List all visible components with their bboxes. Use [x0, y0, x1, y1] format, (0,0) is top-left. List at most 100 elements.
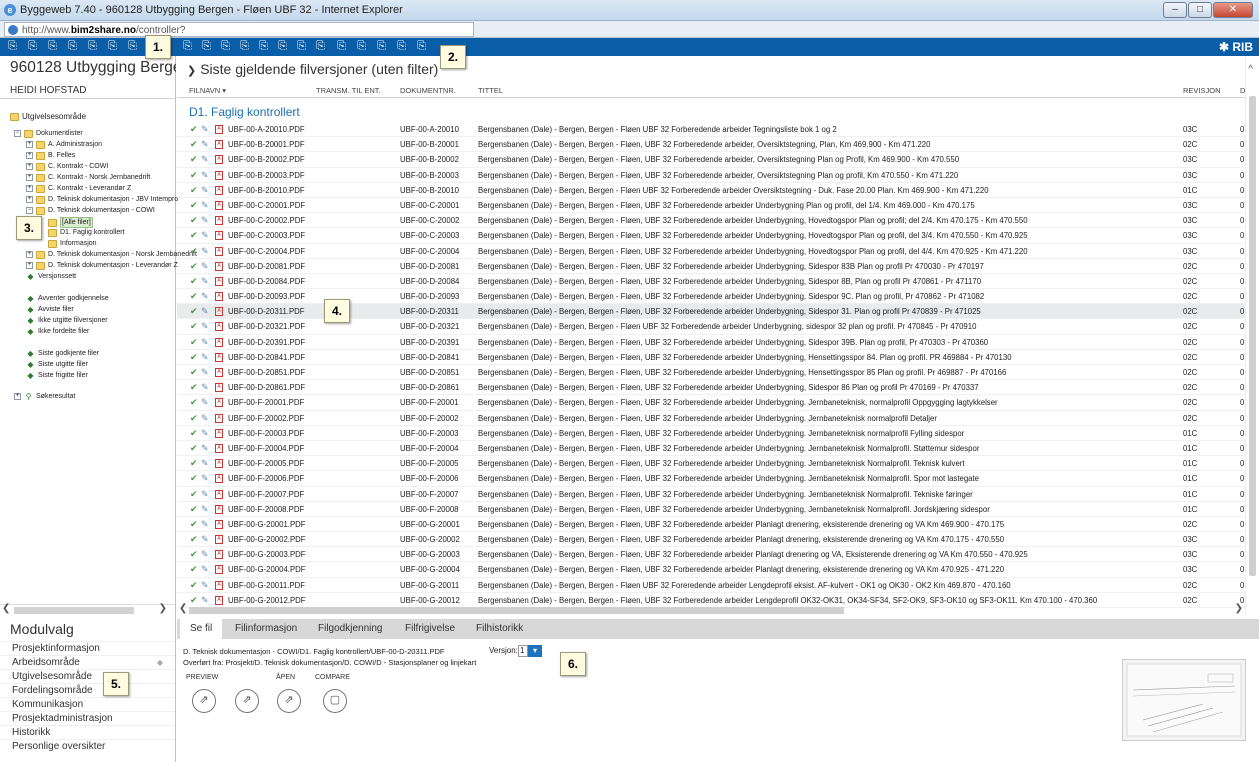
link-icon[interactable]: ✎ — [201, 228, 209, 243]
pdf-icon[interactable]: A — [215, 595, 223, 605]
tree-node[interactable]: + B. Felles — [26, 151, 75, 160]
table-row[interactable]: ✔ ✎ A UBF-00-F-20003.PDF UBF-00-F-20003 Berge… — [177, 426, 1245, 441]
link-icon[interactable]: ✎ — [201, 152, 209, 167]
link-icon[interactable]: ✎ — [201, 335, 209, 350]
link-icon[interactable]: ✎ — [201, 350, 209, 365]
scroll-left-icon[interactable]: ❮ — [179, 603, 187, 614]
scroll-right-icon[interactable]: ❯ — [159, 603, 167, 614]
expand-icon[interactable]: + — [26, 185, 33, 192]
table-row[interactable]: ✔ ✎ A UBF-00-B-20003.PDF UBF-00-B-20003 Berge… — [177, 168, 1245, 183]
link-icon[interactable]: ✎ — [201, 426, 209, 441]
col-tittel[interactable]: TITTEL — [478, 86, 503, 95]
approved-icon[interactable]: ✔ — [190, 259, 198, 274]
tab-filfrigivelse[interactable]: Filfrigivelse — [395, 619, 465, 639]
approved-icon[interactable]: ✔ — [190, 350, 198, 365]
toolbar-tool-6-icon[interactable]: ⎘ — [106, 40, 119, 53]
pdf-icon[interactable]: A — [215, 276, 223, 286]
tree-node[interactable]: ◆ Siste godkjente filer — [26, 349, 99, 358]
pdf-icon[interactable]: A — [215, 565, 223, 575]
maximize-button[interactable]: □ — [1188, 2, 1212, 18]
collapse-icon[interactable]: − — [14, 130, 21, 137]
col-revisjon[interactable]: REVISJON — [1183, 86, 1221, 95]
pdf-icon[interactable]: A — [215, 246, 223, 256]
table-row[interactable]: ✔ ✎ A UBF-00-F-20007.PDF UBF-00-F-20007 Berge… — [177, 487, 1245, 502]
table-row[interactable]: ✔ ✎ A UBF-00-D-20841.PDF UBF-00-D-20841 Berge… — [177, 350, 1245, 365]
pdf-icon[interactable]: A — [215, 535, 223, 545]
link-icon[interactable]: ✎ — [201, 274, 209, 289]
table-row[interactable]: ✔ ✎ A UBF-00-F-20006.PDF UBF-00-F-20006 Berge… — [177, 471, 1245, 487]
expand-icon[interactable]: + — [26, 196, 33, 203]
link-icon[interactable]: ✎ — [201, 395, 209, 410]
hscroll-thumb[interactable] — [189, 607, 844, 614]
toolbar-tool-19-icon[interactable]: ⎘ — [395, 40, 408, 53]
tab-se-fil[interactable]: Se fil — [180, 619, 223, 639]
expand-icon[interactable]: + — [26, 152, 33, 159]
tree-node[interactable]: Informasjon — [48, 239, 97, 248]
tree-node[interactable]: ◆ Ikke fordelte filer — [26, 327, 89, 336]
tree-node[interactable]: + C. Kontrakt - Leverandør Z — [26, 184, 131, 193]
pdf-icon[interactable]: A — [215, 368, 223, 377]
tree-node[interactable]: ◆ Versjonssett — [26, 272, 76, 281]
approved-icon[interactable]: ✔ — [190, 380, 198, 395]
pdf-icon[interactable]: A — [215, 383, 223, 393]
link-icon[interactable]: ✎ — [201, 365, 209, 380]
toolbar-tool-9-icon[interactable]: ⎘ — [200, 40, 213, 53]
tree-node[interactable]: ◆ Avventer godkjennelse — [26, 294, 108, 303]
expand-icon[interactable]: + — [26, 141, 33, 148]
version-select[interactable]: 1 ▾ — [518, 645, 544, 657]
table-row[interactable]: ✔ ✎ A UBF-00-B-20010.PDF UBF-00-B-20010 Berge… — [177, 183, 1245, 198]
link-icon[interactable]: ✎ — [201, 319, 209, 334]
toolbar-tool-12-icon[interactable]: ⎘ — [257, 40, 270, 53]
approved-icon[interactable]: ✔ — [190, 213, 198, 228]
scroll-right-icon[interactable]: ❯ — [1235, 603, 1243, 614]
pdf-icon[interactable]: A — [215, 580, 223, 590]
toolbar-tool-15-icon[interactable]: ⎘ — [314, 40, 327, 53]
preview-pdf-button[interactable]: ⇗ — [235, 689, 259, 713]
link-icon[interactable]: ✎ — [201, 122, 209, 137]
link-icon[interactable]: ✎ — [201, 502, 209, 517]
link-icon[interactable]: ✎ — [201, 213, 209, 228]
link-icon[interactable]: ✎ — [201, 198, 209, 213]
link-icon[interactable]: ✎ — [201, 137, 209, 152]
table-row[interactable]: ✔ ✎ A UBF-00-C-20004.PDF UBF-00-C-20004 Berge… — [177, 244, 1245, 259]
table-row[interactable]: ✔ ✎ A UBF-00-F-20005.PDF UBF-00-F-20005 Berge… — [177, 456, 1245, 472]
link-icon[interactable]: ✎ — [201, 183, 209, 198]
tree-node[interactable]: ◆ Siste frigitte filer — [26, 371, 87, 380]
pdf-icon[interactable]: A — [215, 352, 223, 362]
module-item[interactable]: Kommunikasjon — [0, 697, 175, 711]
table-row[interactable]: ✔ ✎ A UBF-00-F-20002.PDF UBF-00-F-20002 Berge… — [177, 411, 1245, 426]
tab-filhistorikk[interactable]: Filhistorikk — [466, 619, 533, 639]
approved-icon[interactable]: ✔ — [190, 532, 198, 547]
tree-node[interactable]: + ⚲ Søkeresultat — [14, 392, 75, 401]
pdf-icon[interactable]: A — [215, 443, 223, 453]
pdf-icon[interactable]: A — [215, 489, 223, 499]
tree-node[interactable]: + D. Teknisk dokumentasjon - Norsk Jernba… — [26, 250, 197, 259]
pdf-icon[interactable]: A — [215, 459, 223, 469]
approved-icon[interactable]: ✔ — [190, 441, 198, 456]
pdf-icon[interactable]: A — [215, 398, 223, 408]
toolbar-tool-10-icon[interactable]: ⎘ — [219, 40, 232, 53]
toolbar-tool-4-icon[interactable]: ⎘ — [66, 40, 79, 53]
approved-icon[interactable]: ✔ — [190, 152, 198, 167]
open-button[interactable]: ⇗ — [277, 689, 301, 713]
table-row[interactable]: ✔ ✎ A UBF-00-B-20002.PDF UBF-00-B-20002 Berge… — [177, 152, 1245, 168]
approved-icon[interactable]: ✔ — [190, 547, 198, 562]
tree-node[interactable]: + C. Kontrakt - Norsk Jernbanedrift — [26, 173, 150, 182]
table-row[interactable]: ✔ ✎ A UBF-00-F-20004.PDF UBF-00-F-20004 Berge… — [177, 441, 1245, 457]
tree-node[interactable]: − Dokumentlister — [14, 129, 83, 138]
pdf-icon[interactable]: A — [215, 428, 223, 438]
link-icon[interactable]: ✎ — [201, 244, 209, 259]
approved-icon[interactable]: ✔ — [190, 244, 198, 259]
table-row[interactable]: ✔ ✎ A UBF-00-C-20001.PDF UBF-00-C-20001 Berge… — [177, 198, 1245, 214]
pdf-icon[interactable]: A — [215, 261, 223, 271]
approved-icon[interactable]: ✔ — [190, 426, 198, 441]
drawing-thumbnail[interactable] — [1122, 659, 1246, 741]
pdf-icon[interactable]: A — [215, 474, 223, 484]
toolbar-tool-1-icon[interactable]: ⎘ — [6, 40, 19, 53]
approved-icon[interactable]: ✔ — [190, 502, 198, 517]
link-icon[interactable]: ✎ — [201, 380, 209, 395]
pdf-icon[interactable]: A — [215, 155, 223, 165]
table-row[interactable]: ✔ ✎ A UBF-00-F-20001.PDF UBF-00-F-20001 Berge… — [177, 395, 1245, 411]
link-icon[interactable]: ✎ — [201, 578, 209, 593]
toolbar-tool-3-icon[interactable]: ⎘ — [46, 40, 59, 53]
